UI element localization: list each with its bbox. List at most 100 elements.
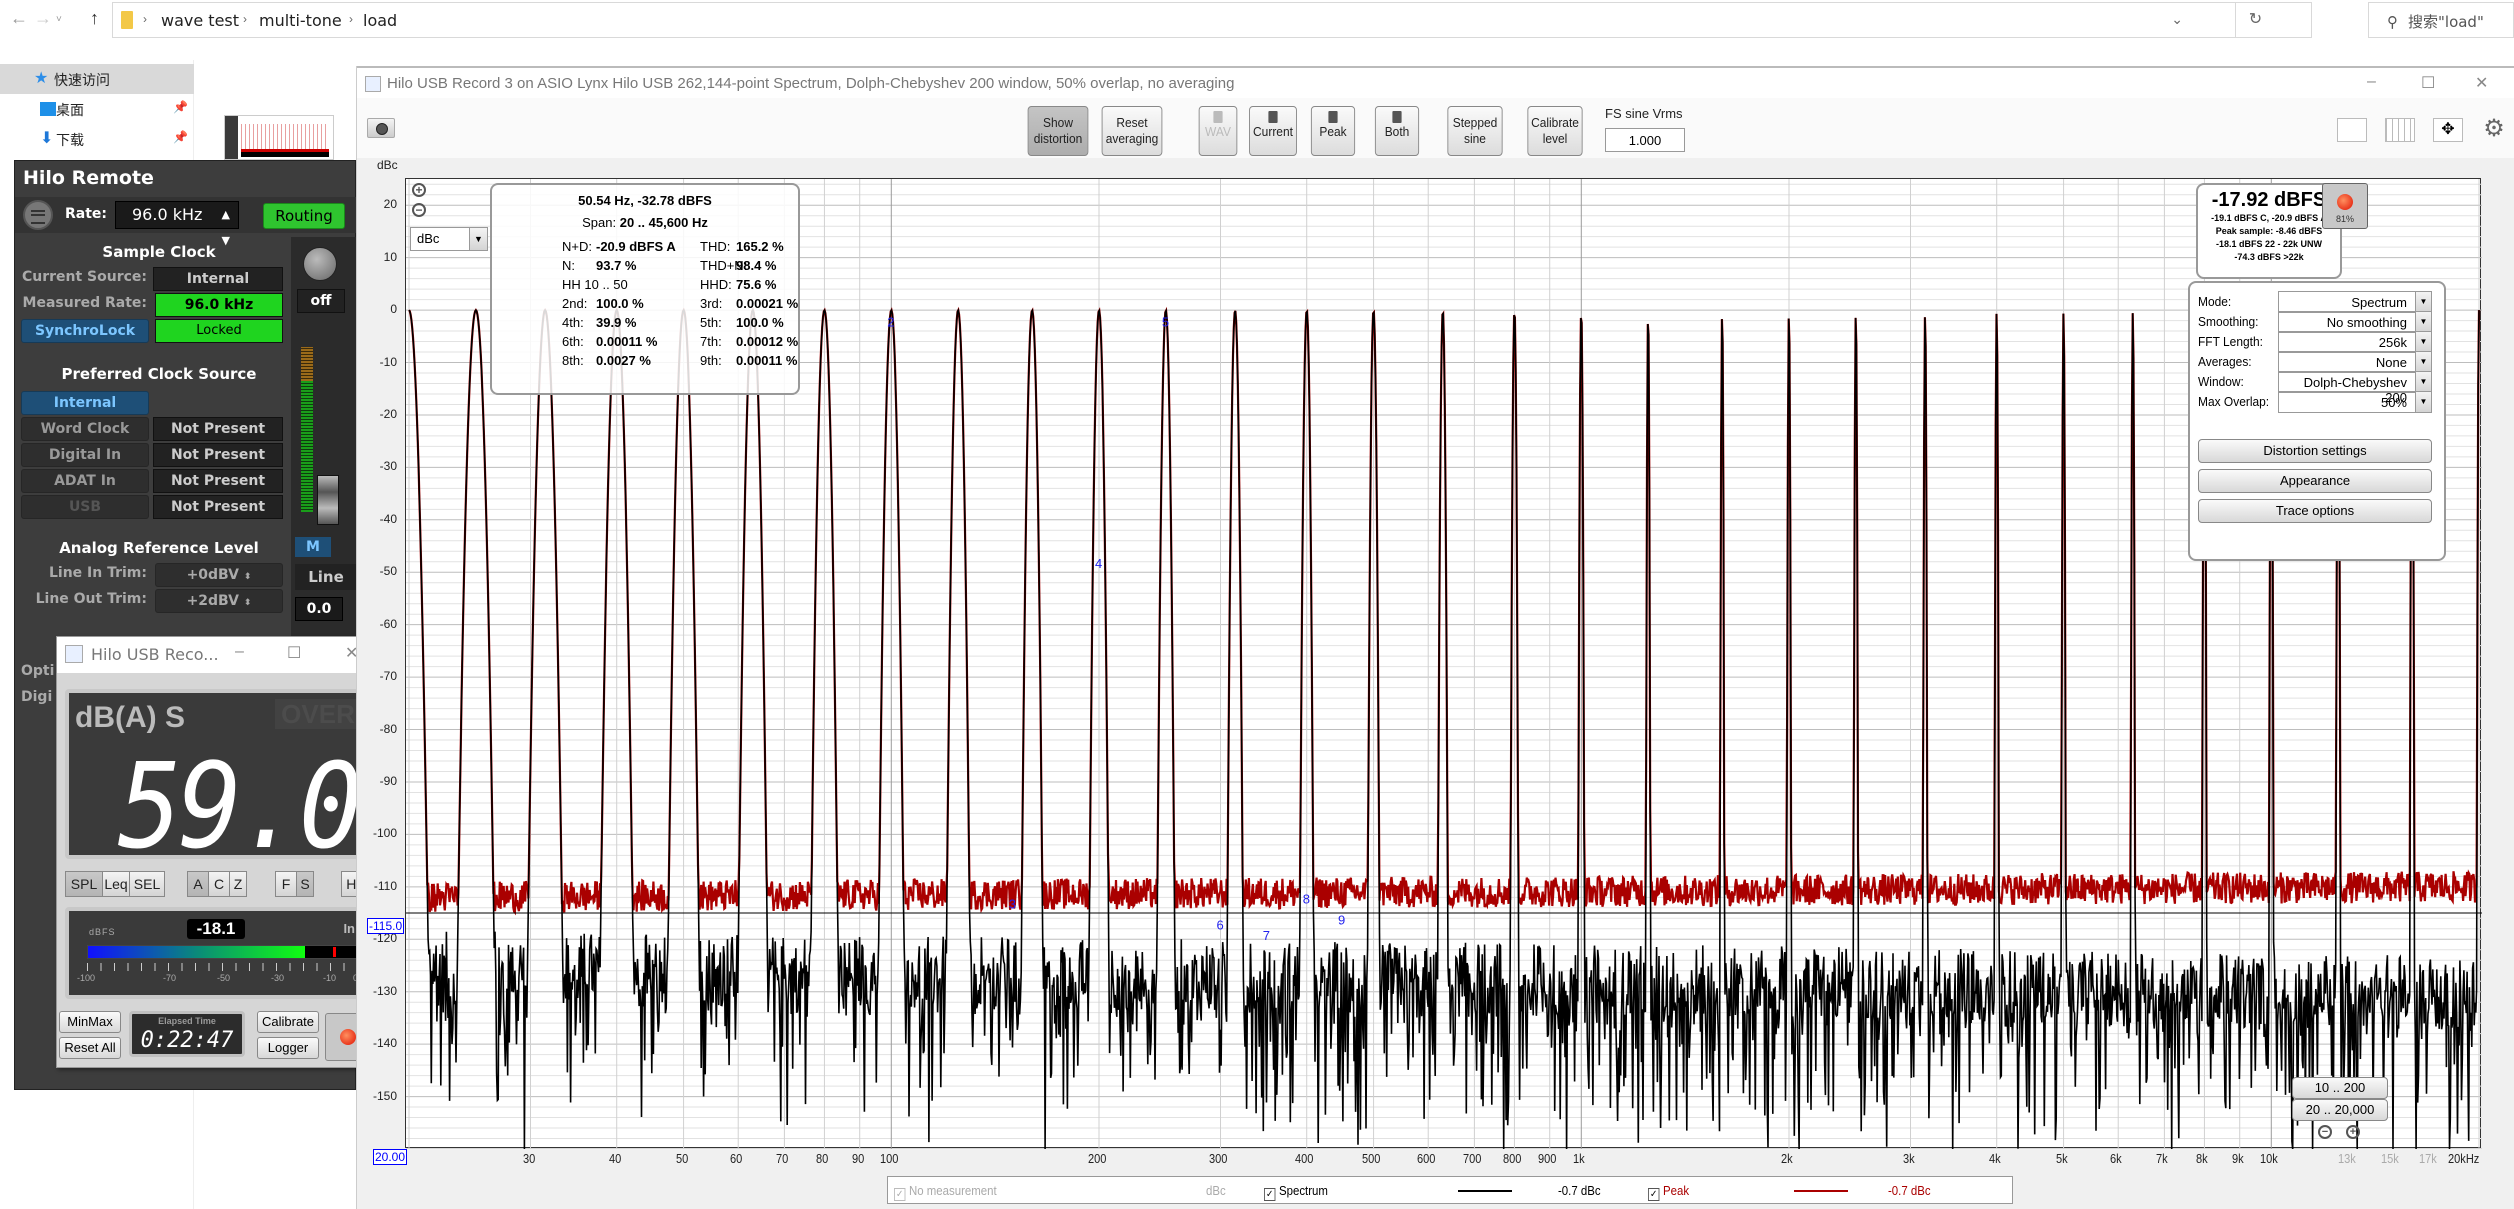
checkbox-icon[interactable]: ✓: [894, 1188, 906, 1201]
control-select[interactable]: None ▼: [2278, 351, 2432, 373]
checkbox-icon[interactable]: ✓: [1264, 1188, 1276, 1201]
x-tick-label: 90: [851, 1151, 865, 1166]
breadcrumb-load[interactable]: load: [363, 11, 397, 30]
mute-button[interactable]: M: [295, 537, 331, 557]
spectrum-plot[interactable]: 2 3 4 5 6 7 8 9 + − dBc ▼ 50.54 Hz, -32.78 dBFS …: [405, 178, 2482, 1149]
x-tick-label: 400: [1295, 1151, 1314, 1166]
maximize-icon[interactable]: ☐: [2421, 73, 2435, 93]
zoom-out-icon[interactable]: −: [412, 203, 426, 217]
range-10-200-button[interactable]: 10 .. 200: [2292, 1077, 2388, 1099]
minimize-icon[interactable]: –: [235, 643, 244, 661]
calibrate-level-button[interactable]: Calibrate level: [1527, 106, 1583, 156]
back-icon[interactable]: ←: [10, 8, 28, 29]
gear-icon[interactable]: ⚙: [2481, 116, 2507, 142]
logger-button[interactable]: Logger: [257, 1037, 319, 1059]
cursor-y-value[interactable]: -115.0: [367, 918, 405, 934]
control-select[interactable]: No smoothing ▼: [2278, 311, 2432, 333]
leq-mode-button[interactable]: Leq: [102, 871, 130, 897]
x-start-value[interactable]: 20.00: [373, 1149, 408, 1165]
pin-icon[interactable]: 📌: [173, 130, 188, 144]
legend-peak[interactable]: ✓ Peak: [1648, 1183, 1689, 1201]
x-zoom-out-icon[interactable]: −: [2318, 1125, 2332, 1139]
rate-select[interactable]: 96.0 kHz ▲ ▼: [115, 201, 239, 247]
nav-quick-access[interactable]: ★ 快速访问: [0, 64, 194, 94]
maximize-icon[interactable]: ☐: [287, 643, 301, 663]
file-thumbnail[interactable]: [224, 115, 334, 160]
synchrolock-button[interactable]: SynchroLock: [21, 319, 149, 343]
save-current-button[interactable]: Current: [1249, 106, 1297, 156]
stat-label: 5th:: [700, 315, 722, 330]
gain-value[interactable]: 0.0: [295, 597, 343, 621]
minimize-icon[interactable]: –: [2367, 73, 2376, 91]
unit-select[interactable]: dBc ▼: [410, 227, 488, 251]
breadcrumb-multi-tone[interactable]: multi-tone: [259, 11, 342, 30]
x-zoom-in-icon[interactable]: +: [2346, 1125, 2360, 1139]
search-input[interactable]: ⚲ 搜索"load": [2368, 2, 2514, 38]
pin-icon[interactable]: 📌: [173, 100, 188, 114]
save-both-button[interactable]: Both: [1374, 106, 1420, 156]
refresh-icon[interactable]: ↻: [2235, 3, 2275, 37]
x-tick-label: 15k: [2381, 1151, 2400, 1166]
control-select[interactable]: 50% ▼: [2278, 391, 2432, 413]
line-in-trim-select[interactable]: +0dBV ⬍: [155, 563, 283, 587]
stepped-sine-button[interactable]: Stepped sine: [1447, 106, 1503, 156]
appearance-button[interactable]: Appearance: [2198, 469, 2432, 493]
address-field[interactable]: › wave test › multi-tone › load ⌄ ↻: [112, 2, 2312, 38]
x-tick-label: 80: [816, 1151, 829, 1166]
volume-fader[interactable]: [317, 475, 339, 525]
traces-layout-icon[interactable]: [2385, 118, 2415, 142]
control-select[interactable]: Spectrum ▼: [2278, 291, 2432, 313]
reset-averaging-button[interactable]: Reset averaging: [1101, 106, 1163, 156]
slow-button[interactable]: S: [296, 871, 314, 897]
trace-options-button[interactable]: Trace options: [2198, 499, 2432, 523]
control-select[interactable]: Dolph-Chebyshev 200 ▼: [2278, 371, 2432, 405]
pan-knob[interactable]: [303, 247, 337, 281]
routing-button[interactable]: Routing: [263, 203, 345, 229]
menu-icon[interactable]: [23, 200, 53, 230]
stat-label: HH 10 .. 50: [562, 277, 628, 292]
graph-limits-icon[interactable]: [2337, 118, 2367, 142]
up-icon[interactable]: ↑: [90, 8, 99, 29]
clock-source-adat-in[interactable]: ADAT In: [21, 469, 149, 493]
fs-sine-input[interactable]: [1605, 128, 1685, 152]
clock-source-usb[interactable]: USB: [21, 495, 149, 519]
spl-mode-button[interactable]: SPL: [65, 871, 103, 897]
show-distortion-button[interactable]: Show distortion: [1027, 106, 1089, 156]
pan-value[interactable]: off: [297, 289, 345, 313]
sel-mode-button[interactable]: SEL: [129, 871, 165, 897]
zoom-in-icon[interactable]: +: [412, 183, 426, 197]
distortion-settings-button[interactable]: Distortion settings: [2198, 439, 2432, 463]
save-peak-button[interactable]: Peak: [1310, 106, 1356, 156]
clock-source-word-clock[interactable]: Word Clock: [21, 417, 149, 441]
line-out-trim-select[interactable]: +2dBV ⬍: [155, 589, 283, 613]
calibrate-button[interactable]: Calibrate: [257, 1011, 319, 1033]
reset-all-button[interactable]: Reset All: [59, 1037, 121, 1059]
camera-icon[interactable]: [367, 118, 395, 138]
range-20-20000-button[interactable]: 20 .. 20,000: [2292, 1099, 2388, 1121]
close-icon[interactable]: ✕: [2475, 73, 2488, 93]
control-select[interactable]: 256k ▼: [2278, 331, 2432, 353]
c-weight-button[interactable]: C: [208, 871, 230, 897]
a-weight-button[interactable]: A: [187, 871, 209, 897]
clock-source-digital-in[interactable]: Digital In: [21, 443, 149, 467]
level-meter: [301, 347, 313, 512]
line-button[interactable]: Line: [295, 564, 357, 590]
pan-arrows-icon[interactable]: ✥: [2433, 118, 2463, 142]
x-tick-label: 9k: [2231, 1151, 2244, 1166]
fast-button[interactable]: F: [275, 871, 297, 897]
minmax-button[interactable]: MinMax: [59, 1011, 121, 1033]
checkbox-icon[interactable]: ✓: [1648, 1188, 1660, 1201]
clock-source-internal[interactable]: Internal: [21, 391, 149, 415]
forward-icon[interactable]: →: [34, 8, 52, 29]
legend-no-measurement[interactable]: ✓ No measurement: [894, 1183, 997, 1201]
wav-button[interactable]: WAV: [1198, 106, 1238, 156]
z-weight-button[interactable]: Z: [229, 871, 247, 897]
legend-spectrum[interactable]: ✓ Spectrum: [1264, 1183, 1328, 1201]
breadcrumb-wave-test[interactable]: wave test: [161, 11, 239, 30]
recent-dropdown-icon[interactable]: ˅: [56, 14, 62, 25]
nav-desktop[interactable]: 桌面 📌: [0, 94, 194, 124]
legend-unit: dBc: [1206, 1183, 1226, 1198]
chevron-down-icon[interactable]: ⌄: [2171, 11, 2183, 28]
nav-downloads[interactable]: ⬇ 下载 📌: [0, 124, 194, 154]
clip-indicator-button[interactable]: 81%: [2322, 183, 2368, 229]
